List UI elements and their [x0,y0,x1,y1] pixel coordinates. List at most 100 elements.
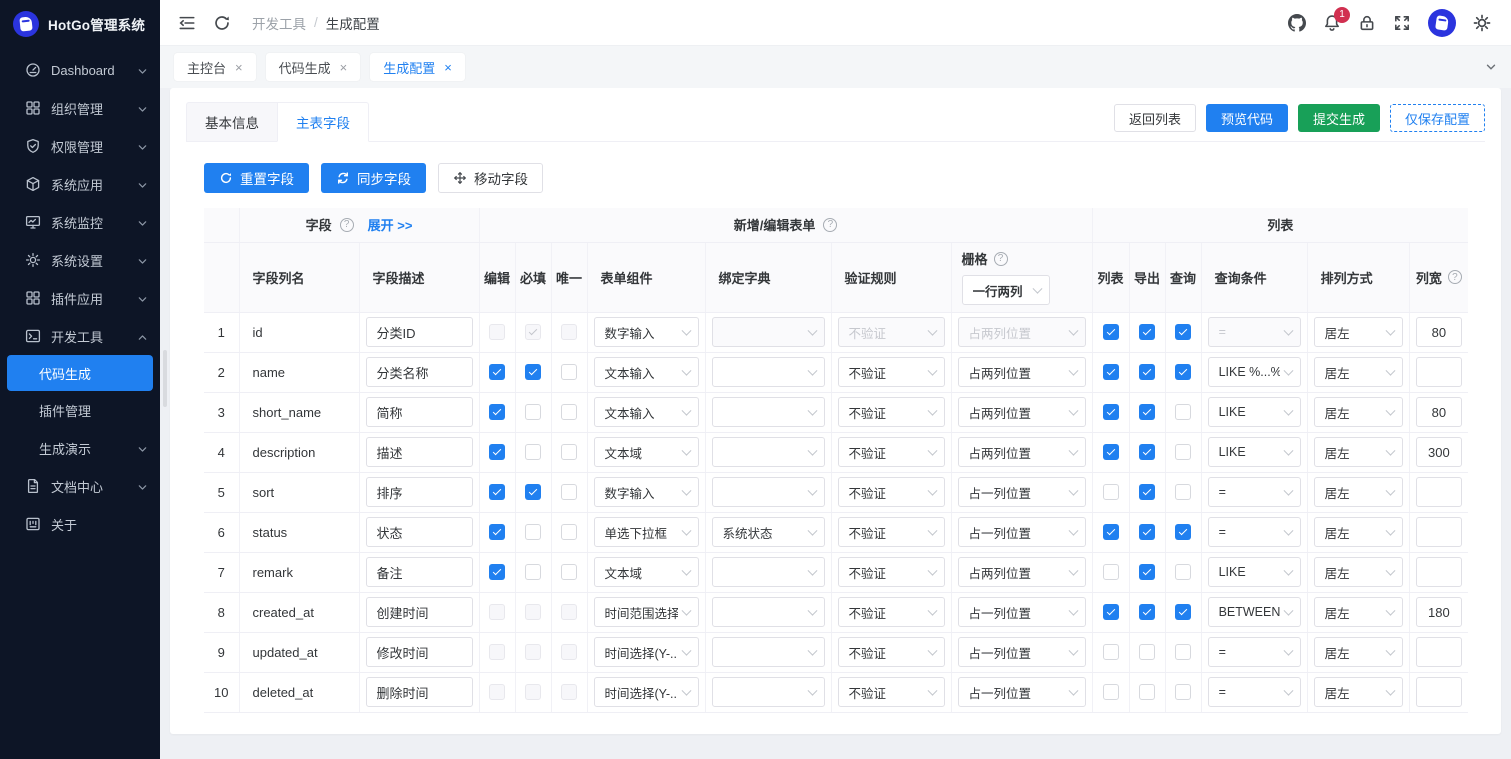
validation-rule-select[interactable]: 不验证 [837,597,945,627]
grid-select[interactable]: 占一列位置 [957,477,1086,507]
validation-rule-select[interactable]: 不验证 [837,437,945,467]
unique-checkbox[interactable] [561,444,577,460]
fullscreen-icon[interactable] [1393,14,1411,32]
field-desc-input[interactable] [365,637,473,667]
edit-checkbox[interactable] [489,484,505,500]
query-condition-select[interactable]: LIKE %...% [1207,357,1301,387]
column-width-input[interactable] [1415,517,1463,547]
required-checkbox[interactable] [525,484,541,500]
grid-select[interactable]: 占两列位置 [957,557,1086,587]
grid-select[interactable]: 占一列位置 [957,637,1086,667]
required-checkbox[interactable] [525,404,541,420]
export-checkbox[interactable] [1139,684,1156,700]
edit-checkbox[interactable] [489,564,505,580]
query-condition-select[interactable]: LIKE [1207,397,1301,427]
sidebar-item-代码生成[interactable]: 代码生成 [7,355,153,391]
edit-checkbox[interactable] [489,444,505,460]
export-checkbox[interactable] [1139,444,1156,460]
edit-checkbox[interactable] [489,524,505,540]
align-select[interactable]: 居左 [1313,357,1403,387]
align-select[interactable]: 居左 [1313,597,1403,627]
sidebar-item-生成演示[interactable]: 生成演示 [0,429,160,467]
user-avatar[interactable] [1428,8,1456,37]
sidebar-item-关于[interactable]: 关于 [0,505,160,543]
settings-gear-icon[interactable] [1473,14,1491,32]
form-component-select[interactable]: 时间选择(Y-... [593,637,699,667]
export-checkbox[interactable] [1139,644,1156,660]
required-checkbox[interactable] [525,364,541,380]
list-checkbox[interactable] [1102,564,1119,580]
form-component-select[interactable]: 文本域 [593,437,699,467]
form-component-select[interactable]: 文本输入 [593,397,699,427]
column-width-input[interactable] [1415,637,1463,667]
list-checkbox[interactable] [1102,684,1119,700]
export-checkbox[interactable] [1139,404,1156,420]
reset-fields-button[interactable]: 重置字段 [204,163,309,193]
export-checkbox[interactable] [1139,604,1156,620]
validation-rule-select[interactable]: 不验证 [837,517,945,547]
export-checkbox[interactable] [1139,364,1156,380]
grid-layout-select[interactable]: 一行两列 [961,275,1050,305]
sidebar-item-文档中心[interactable]: 文档中心 [0,467,160,505]
field-desc-input[interactable] [365,477,473,507]
field-desc-input[interactable] [365,677,473,707]
submit-generate-button[interactable]: 提交生成 [1297,104,1380,132]
column-width-input[interactable] [1415,437,1463,467]
field-desc-input[interactable] [365,597,473,627]
sidebar-item-系统应用[interactable]: 系统应用 [0,165,160,203]
expand-link[interactable]: 展开 >> [368,215,413,234]
grid-select[interactable]: 占一列位置 [957,677,1086,707]
field-desc-input[interactable] [365,437,473,467]
export-checkbox[interactable] [1139,324,1156,340]
edit-checkbox[interactable] [489,364,505,380]
query-condition-select[interactable]: = [1207,517,1301,547]
align-select[interactable]: 居左 [1313,557,1403,587]
query-checkbox[interactable] [1175,364,1192,380]
column-width-input[interactable] [1415,677,1463,707]
field-desc-input[interactable] [365,397,473,427]
required-checkbox[interactable] [525,444,541,460]
grid-select[interactable]: 占两列位置 [957,357,1086,387]
close-tab-icon[interactable]: × [235,61,243,74]
column-width-input[interactable] [1415,477,1463,507]
breadcrumb-parent[interactable]: 开发工具 [252,13,306,33]
align-select[interactable]: 居左 [1313,317,1403,347]
validation-rule-select[interactable]: 不验证 [837,357,945,387]
align-select[interactable]: 居左 [1313,397,1403,427]
column-width-input[interactable] [1415,357,1463,387]
lock-icon[interactable] [1358,14,1376,32]
unique-checkbox[interactable] [561,564,577,580]
form-component-select[interactable]: 文本域 [593,557,699,587]
dict-select[interactable] [711,557,825,587]
dict-select[interactable]: 系统状态 [711,517,825,547]
export-checkbox[interactable] [1139,524,1156,540]
back-to-list-button[interactable]: 返回列表 [1113,104,1196,132]
sidebar-item-插件应用[interactable]: 插件应用 [0,279,160,317]
tab-basic-info[interactable]: 基本信息 [186,102,277,142]
list-checkbox[interactable] [1102,524,1119,540]
list-checkbox[interactable] [1102,604,1119,620]
query-checkbox[interactable] [1175,404,1192,420]
align-select[interactable]: 居左 [1313,437,1403,467]
query-condition-select[interactable]: = [1207,677,1301,707]
query-checkbox[interactable] [1175,484,1192,500]
close-tab-icon[interactable]: × [444,61,452,74]
sidebar-item-组织管理[interactable]: 组织管理 [0,89,160,127]
list-checkbox[interactable] [1102,644,1119,660]
unique-checkbox[interactable] [561,524,577,540]
app-logo[interactable]: HotGo管理系统 [0,0,160,46]
align-select[interactable]: 居左 [1313,637,1403,667]
list-checkbox[interactable] [1102,324,1119,340]
query-checkbox[interactable] [1175,524,1192,540]
required-checkbox[interactable] [525,564,541,580]
form-component-select[interactable]: 文本输入 [593,357,699,387]
column-width-input[interactable] [1415,317,1463,347]
unique-checkbox[interactable] [561,484,577,500]
form-component-select[interactable]: 单选下拉框 [593,517,699,547]
query-checkbox[interactable] [1175,644,1192,660]
unique-checkbox[interactable] [561,364,577,380]
list-checkbox[interactable] [1102,484,1119,500]
github-icon[interactable] [1288,13,1306,32]
grid-select[interactable]: 占两列位置 [957,437,1086,467]
notification-bell-icon[interactable]: 1 [1323,6,1350,32]
